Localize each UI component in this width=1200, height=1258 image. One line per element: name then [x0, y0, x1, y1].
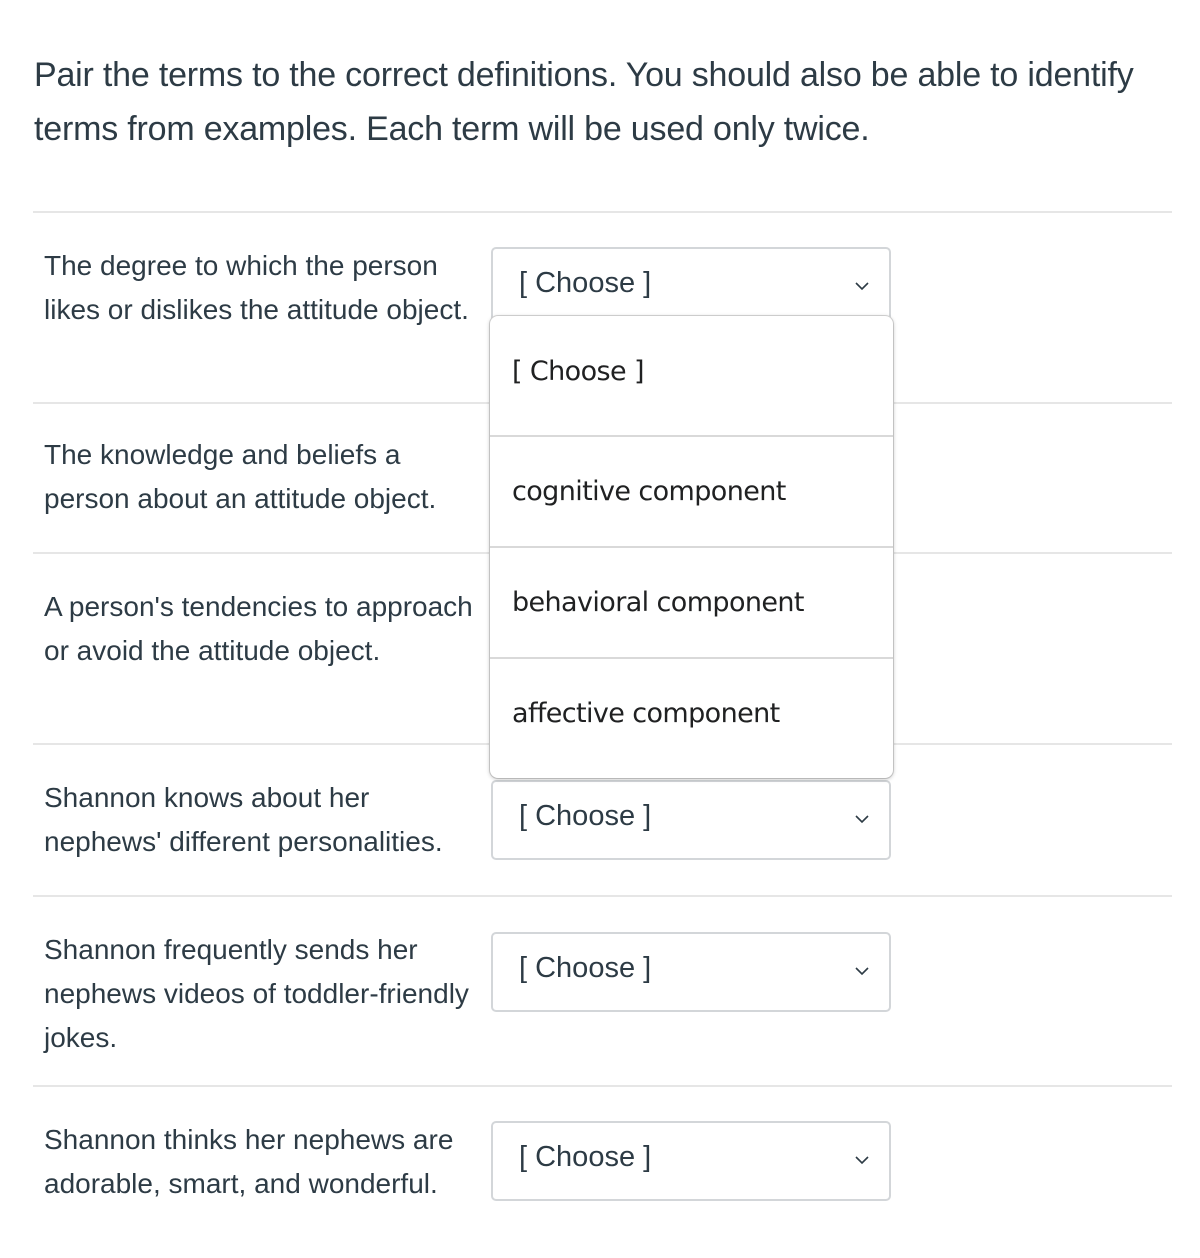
dropdown-option-choose[interactable]: [ Choose ] [490, 316, 893, 427]
answer-select-5[interactable]: [ Choose ] [491, 932, 891, 1012]
question-prompt-4: Shannon knows about her nephews' differe… [44, 782, 443, 857]
select-value: [ Choose ] [519, 800, 652, 832]
chevron-down-icon [855, 282, 869, 291]
answer-select-1[interactable]: [ Choose ] [491, 247, 891, 327]
chevron-down-icon [855, 967, 869, 976]
select-value: [ Choose ] [519, 1141, 652, 1173]
chevron-down-icon [855, 1156, 869, 1165]
select-value: [ Choose ] [519, 267, 652, 299]
dropdown-option-behavioral[interactable]: behavioral component [490, 546, 893, 657]
chevron-down-icon [855, 815, 869, 824]
question-prompt-6: Shannon thinks her nephews are adorable,… [44, 1124, 454, 1199]
question-prompt-2: The knowledge and beliefs a person about… [44, 439, 437, 514]
answer-dropdown-list: [ Choose ] cognitive component behaviora… [490, 316, 893, 778]
divider [33, 895, 1172, 897]
question-prompt-1: The degree to which the person likes or … [44, 250, 469, 325]
dropdown-option-affective[interactable]: affective component [490, 657, 893, 768]
answer-select-4[interactable]: [ Choose ] [491, 780, 891, 860]
dropdown-option-cognitive[interactable]: cognitive component [490, 435, 893, 546]
question-instructions: Pair the terms to the correct definition… [34, 56, 1134, 148]
select-value: [ Choose ] [519, 952, 652, 984]
answer-select-6[interactable]: [ Choose ] [491, 1121, 891, 1201]
question-prompt-3: A person's tendencies to approach or avo… [44, 591, 473, 666]
divider [33, 211, 1172, 213]
divider [33, 1085, 1172, 1087]
question-prompt-5: Shannon frequently sends her nephews vid… [44, 934, 469, 1053]
